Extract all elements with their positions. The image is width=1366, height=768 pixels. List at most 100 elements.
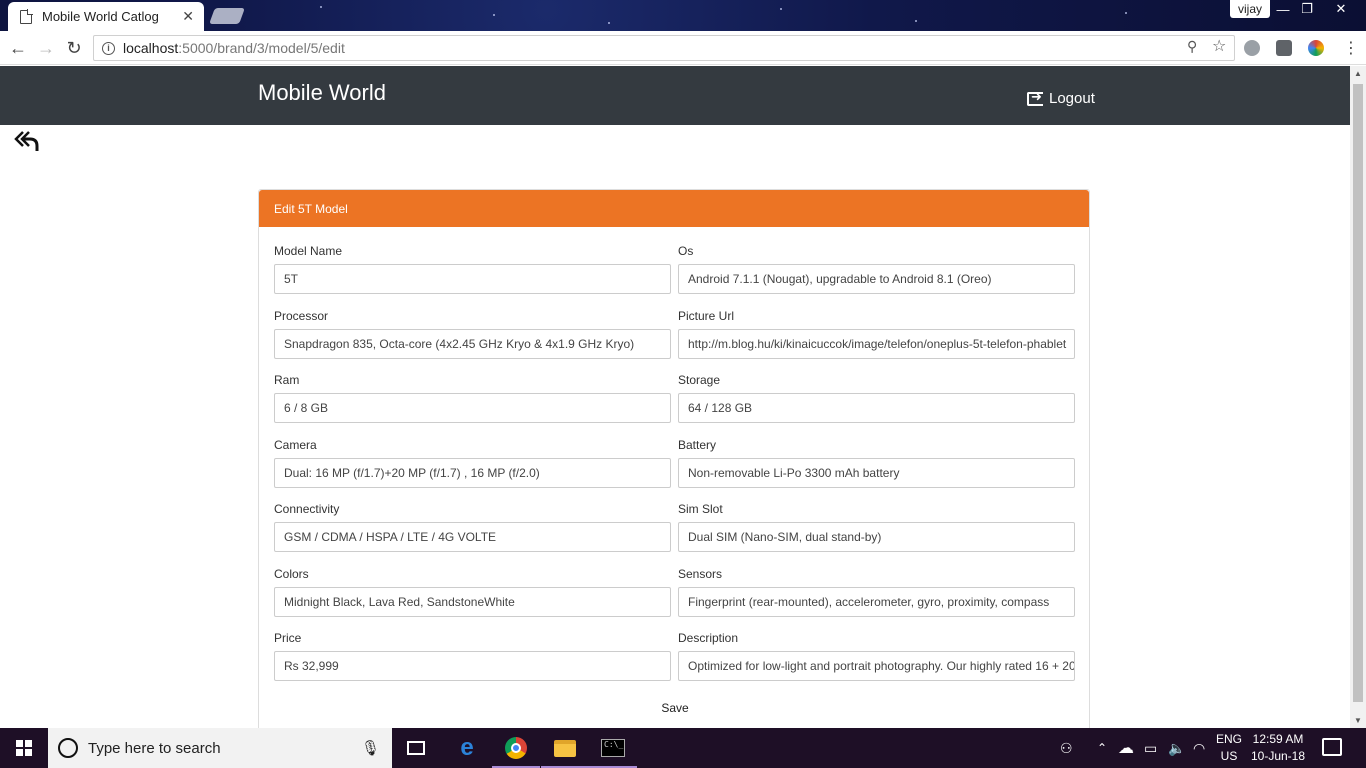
star-decor: [780, 8, 782, 10]
back-arrow-icon[interactable]: ←: [7, 37, 29, 59]
menu-kebab-icon[interactable]: ⋮: [1340, 37, 1362, 59]
close-tab-icon[interactable]: ✕: [182, 8, 194, 25]
battery-input[interactable]: Non-removable Li-Po 3300 mAh battery: [678, 458, 1075, 488]
forward-arrow-icon[interactable]: →: [35, 37, 57, 59]
colors-input[interactable]: Midnight Black, Lava Red, SandstoneWhite: [274, 587, 671, 617]
picture-url-label: Picture Url: [678, 309, 735, 323]
file-explorer-button[interactable]: [541, 728, 589, 768]
model-name-label: Model Name: [274, 244, 343, 258]
zoom-icon[interactable]: ⚲: [1187, 38, 1197, 55]
connectivity-input[interactable]: GSM / CDMA / HSPA / LTE / 4G VOLTE: [274, 522, 671, 552]
page-scrollbar[interactable]: ▲ ▼: [1350, 66, 1366, 728]
price-input[interactable]: Rs 32,999: [274, 651, 671, 681]
profile-button[interactable]: vijay: [1229, 0, 1270, 18]
camera-input[interactable]: Dual: 16 MP (f/1.7)+20 MP (f/1.7) , 16 M…: [274, 458, 671, 488]
chrome-button[interactable]: [492, 728, 540, 768]
folder-icon: [554, 739, 576, 757]
battery-icon[interactable]: ▭: [1144, 728, 1157, 768]
taskbar-search[interactable]: Type here to search 🎙: [48, 728, 392, 768]
storage-input[interactable]: 64 / 128 GB: [678, 393, 1075, 423]
extension-u-icon[interactable]: [1276, 40, 1292, 56]
people-icon[interactable]: ⚇: [1060, 728, 1073, 768]
ram-label: Ram: [274, 373, 300, 387]
address-bar[interactable]: i localhost:5000/brand/3/model/5/edit: [93, 35, 1235, 61]
browser-tab[interactable]: Mobile World Catlog ✕: [8, 2, 204, 31]
field-storage: Storage 64 / 128 GB: [678, 373, 1075, 423]
cortana-icon: [58, 738, 78, 758]
sensors-input[interactable]: Fingerprint (rear-mounted), acceleromete…: [678, 587, 1075, 617]
clock[interactable]: 12:59 AM 10-Jun-18: [1248, 731, 1308, 765]
sensors-label: Sensors: [678, 567, 723, 581]
reload-icon[interactable]: ↻: [63, 37, 85, 59]
bookmark-star-icon[interactable]: ☆: [1212, 36, 1226, 56]
volume-icon[interactable]: 🔈: [1168, 728, 1185, 768]
scroll-down-icon[interactable]: ▼: [1354, 716, 1362, 725]
field-battery: Battery Non-removable Li-Po 3300 mAh bat…: [678, 438, 1075, 488]
brand-title[interactable]: Mobile World: [258, 80, 386, 106]
field-camera: Camera Dual: 16 MP (f/1.7)+20 MP (f/1.7)…: [274, 438, 671, 488]
edge-button[interactable]: e: [443, 728, 491, 768]
sim-slot-input[interactable]: Dual SIM (Nano-SIM, dual stand-by): [678, 522, 1075, 552]
page-content: Mobile World Logout Edit 5T Model Model …: [0, 66, 1350, 728]
star-decor: [1125, 12, 1127, 14]
tab-title: Mobile World Catlog: [42, 9, 159, 24]
terminal-button[interactable]: C:\_: [589, 728, 637, 768]
language-indicator[interactable]: ENG US: [1214, 731, 1244, 765]
description-input[interactable]: Optimized for low-light and portrait pho…: [678, 651, 1075, 681]
battery-label: Battery: [678, 438, 717, 452]
field-picture-url: Picture Url http://m.blog.hu/ki/kinaicuc…: [678, 309, 1075, 359]
ram-input[interactable]: 6 / 8 GB: [274, 393, 671, 423]
field-sensors: Sensors Fingerprint (rear-mounted), acce…: [678, 567, 1075, 617]
camera-label: Camera: [274, 438, 317, 452]
reply-all-back-icon[interactable]: [14, 129, 40, 160]
start-button[interactable]: [0, 728, 48, 768]
field-connectivity: Connectivity GSM / CDMA / HSPA / LTE / 4…: [274, 502, 671, 552]
search-placeholder: Type here to search: [88, 739, 221, 757]
star-decor: [320, 6, 322, 8]
microphone-icon[interactable]: 🎙: [361, 739, 380, 757]
save-button[interactable]: Save: [259, 701, 1091, 715]
star-decor: [608, 22, 610, 24]
edge-icon: e: [460, 734, 474, 761]
colors-label: Colors: [274, 567, 309, 581]
restore-icon[interactable]: ❐: [1292, 0, 1322, 18]
field-description: Description Optimized for low-light and …: [678, 631, 1075, 681]
processor-label: Processor: [274, 309, 329, 323]
star-decor: [493, 14, 495, 16]
field-sim-slot: Sim Slot Dual SIM (Nano-SIM, dual stand-…: [678, 502, 1075, 552]
picture-url-input[interactable]: http://m.blog.hu/ki/kinaicuccok/image/te…: [678, 329, 1075, 359]
windows-logo-icon: [16, 740, 32, 756]
model-name-input[interactable]: 5T: [274, 264, 671, 294]
clock-date: 10-Jun-18: [1250, 749, 1306, 763]
terminal-icon: C:\_: [601, 739, 625, 757]
action-center-icon[interactable]: [1322, 738, 1342, 756]
os-input[interactable]: Android 7.1.1 (Nougat), upgradable to An…: [678, 264, 1075, 294]
url-text: localhost:5000/brand/3/model/5/edit: [123, 40, 345, 56]
site-navbar: Mobile World Logout: [0, 66, 1350, 125]
show-hidden-icons-icon[interactable]: ⌃: [1097, 728, 1107, 768]
edit-model-card: Edit 5T Model Model Name 5T Os Android 7…: [258, 189, 1090, 728]
field-processor: Processor Snapdragon 835, Octa-core (4x2…: [274, 309, 671, 359]
info-icon[interactable]: i: [102, 41, 115, 55]
browser-toolbar: ← → ↻ i localhost:5000/brand/3/model/5/e…: [0, 31, 1366, 65]
extension-cloud-icon[interactable]: [1244, 40, 1260, 56]
onedrive-cloud-icon[interactable]: ☁: [1118, 728, 1134, 768]
processor-input[interactable]: Snapdragon 835, Octa-core (4x2.45 GHz Kr…: [274, 329, 671, 359]
task-view-button[interactable]: [392, 728, 440, 768]
card-header: Edit 5T Model: [259, 190, 1089, 227]
close-window-icon[interactable]: ✕: [1326, 0, 1356, 18]
extension-color-icon[interactable]: [1308, 40, 1324, 56]
scrollbar-thumb[interactable]: [1353, 84, 1363, 702]
scroll-up-icon[interactable]: ▲: [1354, 69, 1362, 78]
new-tab-button[interactable]: [209, 8, 245, 24]
wifi-icon[interactable]: ◠: [1193, 728, 1205, 768]
logout-link[interactable]: Logout: [1027, 89, 1095, 107]
field-price: Price Rs 32,999: [274, 631, 671, 681]
field-model-name: Model Name 5T: [274, 244, 671, 294]
field-ram: Ram 6 / 8 GB: [274, 373, 671, 423]
description-label: Description: [678, 631, 739, 645]
windows-taskbar: Type here to search 🎙 e C:\_ ⚇ ⌃ ☁ ▭ 🔈 ◠…: [0, 728, 1366, 768]
field-colors: Colors Midnight Black, Lava Red, Sandsto…: [274, 567, 671, 617]
star-decor: [915, 20, 917, 22]
task-view-icon: [407, 741, 425, 755]
